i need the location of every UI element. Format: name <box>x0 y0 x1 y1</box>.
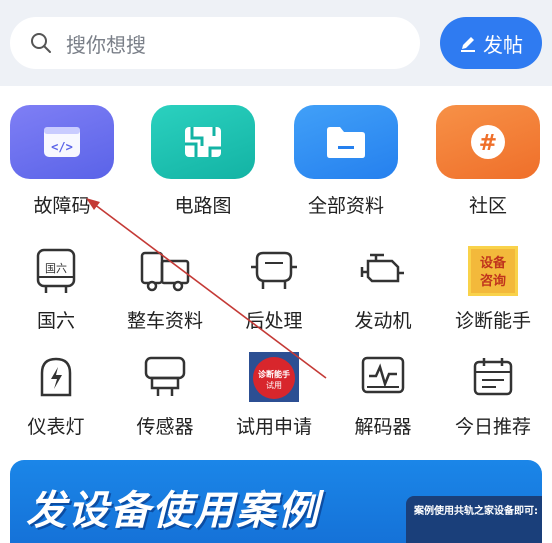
search-icon <box>31 33 51 53</box>
sensor-icon <box>110 352 220 402</box>
grid-label: 整车资料 <box>126 310 203 332</box>
featured-community[interactable]: # 社区 <box>436 105 540 218</box>
truck-icon <box>110 246 220 296</box>
circuit-icon <box>151 105 255 179</box>
search-input[interactable]: 搜你想搜 <box>10 17 420 69</box>
grid-label: 解码器 <box>354 416 412 438</box>
bus-icon: 国六 <box>1 246 111 296</box>
pen-icon <box>461 37 475 52</box>
featured-label: 全部资料 <box>307 195 384 217</box>
featured-label: 故障码 <box>33 195 91 217</box>
decoder-icon <box>328 352 438 402</box>
diagnosis-badge-icon: 设备 咨询 <box>438 246 548 296</box>
grid-label: 试用申请 <box>235 416 312 438</box>
grid-label: 诊断能手 <box>454 310 531 332</box>
hashtag-icon: # <box>436 105 540 179</box>
grid-label: 发动机 <box>354 310 412 332</box>
grid-label: 今日推荐 <box>454 416 531 438</box>
svg-text:试用: 试用 <box>266 380 282 390</box>
warning-lamp-icon <box>1 352 111 402</box>
grid-item-after-treatment[interactable]: 后处理 <box>219 246 329 333</box>
grid-item-trial-apply[interactable]: 诊断能手 试用 试用申请 <box>219 352 329 439</box>
banner-card: 案例使用共轨之家设备即可: <box>406 496 542 543</box>
bus-icon-badge: 国六 <box>45 262 67 275</box>
grid-label: 国六 <box>36 310 75 332</box>
grid-item-daily-recommend[interactable]: 今日推荐 <box>438 352 548 439</box>
promo-banner[interactable]: 发设备使用案例 案例使用共轨之家设备即可: <box>10 460 542 543</box>
svg-text:诊断能手: 诊断能手 <box>258 369 290 379</box>
svg-text:#: # <box>479 131 497 156</box>
code-icon: </> <box>10 105 114 179</box>
calendar-icon <box>438 352 548 402</box>
grid-label: 后处理 <box>245 310 303 332</box>
featured-circuit[interactable]: 电路图 <box>151 105 255 218</box>
featured-all-docs[interactable]: 全部资料 <box>294 105 398 218</box>
search-placeholder: 搜你想搜 <box>66 32 146 57</box>
banner-title: 发设备使用案例 <box>26 488 320 534</box>
grid-item-diagnosis-expert[interactable]: 设备 咨询 诊断能手 <box>438 246 548 333</box>
exhaust-icon <box>219 246 329 296</box>
svg-text:咨询: 咨询 <box>480 273 506 289</box>
featured-row: </> 故障码 电路图 全部资料 # 社区 <box>0 105 552 225</box>
grid-item-dashboard-lamp[interactable]: 仪表灯 <box>1 352 111 439</box>
engine-icon <box>328 246 438 296</box>
featured-label: 社区 <box>468 195 507 217</box>
grid-item-decoder[interactable]: 解码器 <box>328 352 438 439</box>
banner-card-text: 案例使用共轨之家设备即可: <box>414 506 538 517</box>
post-button-label: 发帖 <box>483 32 523 57</box>
grid-item-engine[interactable]: 发动机 <box>328 246 438 333</box>
featured-label: 电路图 <box>174 195 232 217</box>
featured-fault-code[interactable]: </> 故障码 <box>10 105 114 218</box>
trial-badge-icon: 诊断能手 试用 <box>219 352 329 402</box>
grid-item-guoliu[interactable]: 国六 国六 <box>1 246 111 333</box>
svg-text:设备: 设备 <box>480 255 507 271</box>
svg-text:</>: </> <box>51 140 73 154</box>
grid-item-sensor[interactable]: 传感器 <box>110 352 220 439</box>
grid-item-vehicle-docs[interactable]: 整车资料 <box>110 246 220 333</box>
grid-label: 仪表灯 <box>27 416 85 438</box>
folder-icon <box>294 105 398 179</box>
post-button[interactable]: 发帖 <box>440 17 542 69</box>
grid-label: 传感器 <box>136 416 194 438</box>
